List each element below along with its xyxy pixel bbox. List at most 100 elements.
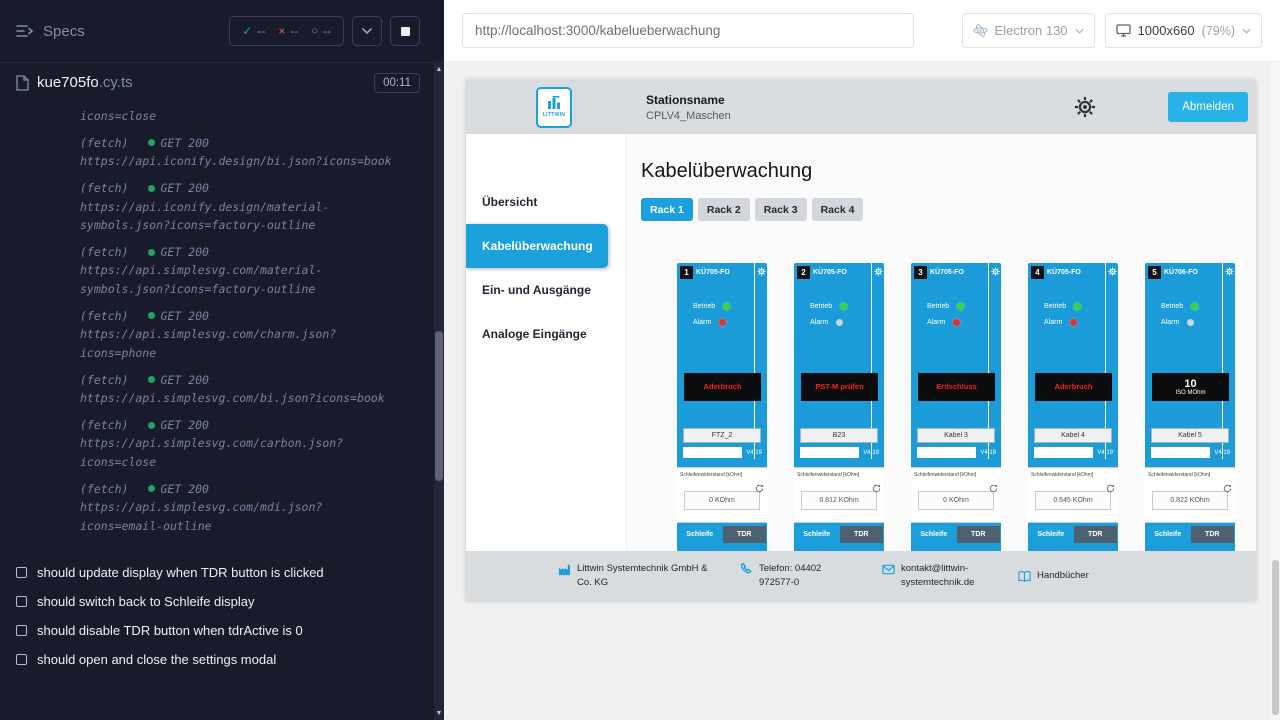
device-card-3: 3KÜ705-FO Betrieb Alarm Erdschluss Kabel… [911,263,1001,551]
firmware-version: V4.19 [746,450,762,456]
cable-name-field[interactable]: B23 [800,428,878,443]
schleife-button[interactable]: Schleife [1146,526,1190,543]
card-settings-icon[interactable] [757,267,766,276]
sidebar-item-uebersicht[interactable]: Übersicht [466,180,626,224]
measurement-label: Schleifenwiderstand [kOhm] [797,472,881,478]
browser-name: Electron 130 [995,23,1068,38]
refresh-icon[interactable] [989,484,998,493]
log-entry[interactable]: (fetch)GET 200 https://api.simplesvg.com… [80,416,404,472]
browser-picker[interactable]: Electron 130 [962,13,1095,48]
reporter-scrollbar[interactable]: ▲ ▼ [434,63,444,720]
card-settings-icon[interactable] [874,267,883,276]
cable-name-field[interactable]: Kabel 4 [1034,428,1112,443]
cable-name-field[interactable]: Kabel 5 [1151,428,1229,443]
cable-name-field[interactable]: FTZ_2 [683,428,761,443]
tdr-button[interactable]: TDR [1191,526,1235,543]
device-cards: 1KÜ705-FO Betrieb Alarm Aderbruch FTZ_2 … [677,263,1256,551]
card-settings-icon[interactable] [1108,267,1117,276]
schleife-button[interactable]: Schleife [678,526,722,543]
firmware-field[interactable] [1034,447,1093,458]
status-ok-dot [148,485,155,492]
firmware-version: V4.19 [1214,450,1230,456]
scroll-down-icon[interactable]: ▼ [434,710,444,717]
log-entry[interactable]: (fetch)GET 200 https://api.simplesvg.com… [80,243,404,299]
logout-button[interactable]: Abmelden [1168,92,1248,122]
tab-rack-4[interactable]: Rack 4 [812,198,864,221]
page-title: Kabelüberwachung [641,160,1256,183]
firmware-field[interactable] [917,447,976,458]
firmware-field[interactable] [683,447,742,458]
tdr-button[interactable]: TDR [840,526,884,543]
spec-timer: 00:11 [374,73,420,93]
browser-toolbar: http://localhost:3000/kabelueberwachung … [444,0,1280,62]
refresh-icon[interactable] [1223,484,1232,493]
test-icon [16,596,27,607]
status-display: Aderbruch [684,373,761,401]
log-entry[interactable]: (fetch)GET 200 https://api.iconify.desig… [80,179,404,235]
log-entry[interactable]: (fetch)GET 200 https://api.simplesvg.com… [80,307,404,363]
sidebar-item-kabelueberwachung[interactable]: Kabelüberwachung [466,224,608,268]
tdr-button[interactable]: TDR [957,526,1001,543]
betrieb-led [723,303,730,310]
refresh-icon[interactable] [872,484,881,493]
card-number: 5 [1148,266,1161,279]
viewport-picker[interactable]: 1000x660 (79%) [1105,13,1262,48]
refresh-icon[interactable] [1106,484,1115,493]
url-bar[interactable]: http://localhost:3000/kabelueberwachung [462,13,914,48]
measurement-label: Schleifenwiderstand [kOhm] [1031,472,1115,478]
log-entry[interactable]: (fetch)GET 200 https://api.iconify.desig… [80,134,404,171]
cross-icon: × [278,24,285,38]
alarm-led [1187,319,1194,326]
sidebar-item-analoge-eingaenge[interactable]: Analoge Eingänge [466,312,626,356]
tdr-button[interactable]: TDR [1074,526,1118,543]
test-item[interactable]: should disable TDR button when tdrActive… [0,616,444,645]
firmware-version: V4.19 [980,450,996,456]
test-item[interactable]: should open and close the settings modal [0,645,444,674]
card-model: KÜ705-FO [930,269,964,276]
rack-tabs: Rack 1 Rack 2 Rack 3 Rack 4 [641,198,1256,221]
betrieb-row: Betrieb [1161,303,1217,310]
sidebar-item-ein-und-ausgaenge[interactable]: Ein- und Ausgänge [466,268,626,312]
footer-email[interactable]: kontakt@littwin-systemtechnik.de [882,562,988,591]
stop-button[interactable] [390,16,420,46]
footer-manuals[interactable]: Handbücher [1018,569,1089,583]
firmware-row: V4.19 [1034,447,1113,458]
card-settings-icon[interactable] [991,267,1000,276]
cable-name-field[interactable]: Kabel 3 [917,428,995,443]
log-overflow-line[interactable]: icons=close [80,107,404,126]
scrollbar-thumb[interactable] [1272,560,1279,715]
collapse-button[interactable] [352,16,382,46]
scrollbar-thumb[interactable] [435,331,443,481]
settings-icon[interactable] [1074,96,1096,118]
tdr-button[interactable]: TDR [723,526,767,543]
spec-header: kue705fo.cy.ts 00:11 [0,63,444,103]
book-icon [1018,570,1031,583]
schleife-button[interactable]: Schleife [795,526,839,543]
firmware-field[interactable] [800,447,859,458]
schleife-button[interactable]: Schleife [912,526,956,543]
measurement-label: Schleifenwiderstand [kOhm] [914,472,998,478]
test-item[interactable]: should update display when TDR button is… [0,558,444,587]
device-card-5: 5KÜ706-FO Betrieb Alarm 10ISO MOhm Kabel… [1145,263,1235,551]
refresh-icon[interactable] [755,484,764,493]
status-display: 10ISO MOhm [1152,373,1229,401]
firmware-field[interactable] [1151,447,1210,458]
command-log: icons=close (fetch)GET 200 https://api.i… [0,103,444,546]
tab-rack-3[interactable]: Rack 3 [755,198,807,221]
test-icon [16,654,27,665]
footer-phone[interactable]: Telefon: 04402 972577-0 [740,562,852,591]
log-entry[interactable]: (fetch)GET 200 https://api.simplesvg.com… [80,371,404,408]
tab-rack-1[interactable]: Rack 1 [641,198,693,221]
schleife-button[interactable]: Schleife [1029,526,1073,543]
test-item[interactable]: should switch back to Schleife display [0,587,444,616]
tab-rack-2[interactable]: Rack 2 [698,198,750,221]
app-content: Kabelüberwachung Rack 1 Rack 2 Rack 3 Ra… [626,134,1256,551]
betrieb-led [957,303,964,310]
specs-toggle[interactable]: Specs [16,23,85,40]
log-entry[interactable]: (fetch)GET 200 https://api.simplesvg.com… [80,480,404,536]
card-settings-icon[interactable] [1225,267,1234,276]
spec-file-icon [16,75,29,91]
page-scrollbar[interactable] [1271,62,1280,720]
scroll-up-icon[interactable]: ▲ [434,66,444,73]
spec-name[interactable]: kue705fo.cy.ts [37,74,133,92]
